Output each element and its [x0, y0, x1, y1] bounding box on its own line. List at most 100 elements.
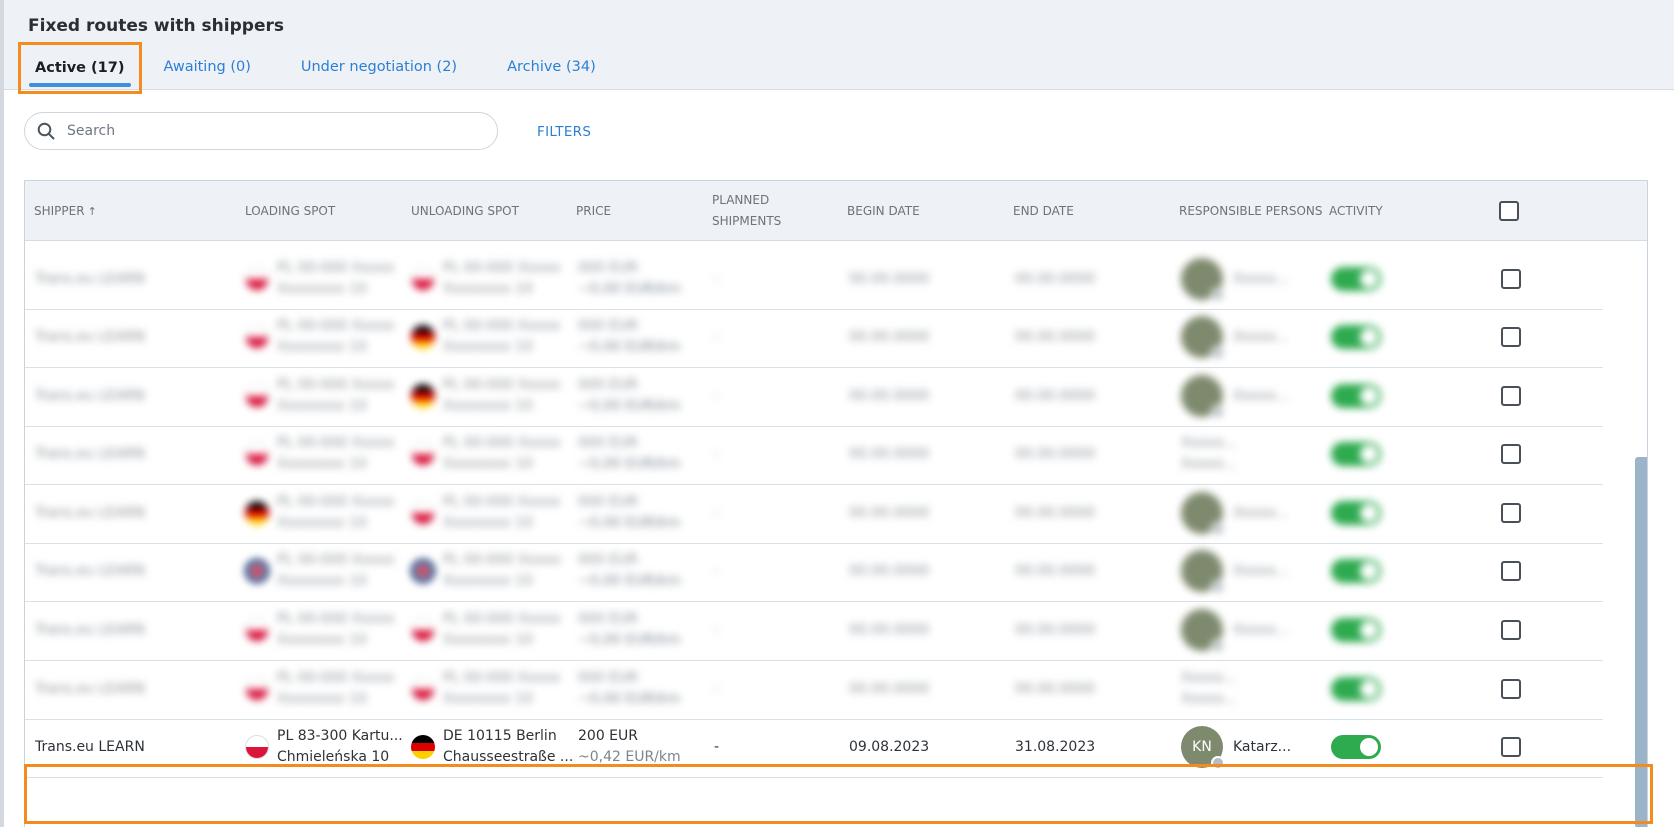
tab-archive[interactable]: Archive (34): [491, 44, 612, 90]
activity-toggle[interactable]: [1331, 559, 1381, 583]
row-checkbox[interactable]: [1501, 503, 1521, 523]
row-checkbox[interactable]: [1501, 444, 1521, 464]
select-all-checkbox-cell: [1499, 181, 1519, 241]
loading-spot-cell: PL 00-000 Xxxxx Xxxxxxxx 10: [245, 540, 394, 602]
loading-address-line2: Xxxxxxxx 10: [277, 632, 367, 648]
loading-spot-cell: PL 00-000 Xxxxx Xxxxxxxx 10: [245, 423, 394, 485]
person-name: Xxxxx...: [1233, 622, 1290, 638]
tab-under-negotiation[interactable]: Under negotiation (2): [285, 44, 473, 90]
activity-cell: [1331, 540, 1381, 602]
person-name: Katarz...: [1233, 739, 1292, 755]
table-row[interactable]: Trans.eu LEARN PL 00-000 Xxxxx Xxxxxxxx …: [25, 365, 1603, 427]
activity-toggle[interactable]: [1331, 442, 1381, 466]
scrollbar-thumb[interactable]: [1635, 457, 1647, 827]
price-values: 000 EUR ~0,00 EUR/km: [578, 609, 681, 651]
search-icon: [37, 122, 55, 140]
price-total: 000 EUR: [578, 494, 638, 510]
unloading-address: PL 00-000 Xxxxx Xxxxxxxx 10: [443, 433, 560, 475]
table-row[interactable]: Trans.eu LEARN PL 83-300 Kartu... Chmiel…: [25, 716, 1603, 778]
shipper-cell: Trans.eu LEARN: [35, 622, 145, 638]
row-checkbox-cell: [1501, 599, 1521, 661]
row-checkbox[interactable]: [1501, 620, 1521, 640]
price-cell: 000 EUR ~0,00 EUR/km: [578, 423, 681, 485]
tab-awaiting[interactable]: Awaiting (0): [148, 44, 267, 90]
filters-button[interactable]: FILTERS: [537, 124, 591, 140]
person-name: Xxxxx...: [1233, 271, 1290, 287]
activity-toggle[interactable]: [1331, 267, 1381, 291]
table-row[interactable]: Trans.eu LEARN PL 00-000 Xxxxx Xxxxxxxx …: [25, 540, 1603, 602]
price-per-km: ~0,00 EUR/km: [578, 456, 681, 472]
row-checkbox[interactable]: [1501, 561, 1521, 581]
activity-toggle[interactable]: [1331, 384, 1381, 408]
row-checkbox-cell: [1501, 482, 1521, 544]
activity-toggle[interactable]: [1331, 735, 1381, 759]
price-cell: 000 EUR ~0,00 EUR/km: [578, 482, 681, 544]
tab-bar: Active (17) Awaiting (0) Under negotiati…: [18, 42, 618, 94]
table-row[interactable]: Trans.eu LEARN PL 00-000 Xxxxx Xxxxxxxx …: [25, 658, 1603, 720]
table-row[interactable]: Trans.eu LEARN PL 00-000 Xxxxx Xxxxxxxx …: [25, 482, 1603, 544]
table-row[interactable]: Trans.eu LEARN PL 00-000 Xxxxx Xxxxxxxx …: [25, 248, 1603, 310]
row-checkbox[interactable]: [1501, 737, 1521, 757]
column-shipper[interactable]: SHIPPER ↑: [34, 181, 97, 241]
person-list: Xxxxx... Xxxxx...: [1181, 668, 1237, 710]
loading-address-line2: Xxxxxxxx 10: [277, 398, 367, 414]
unloading-address: PL 00-000 Xxxxx Xxxxxxxx 10: [443, 375, 560, 417]
row-checkbox[interactable]: [1501, 327, 1521, 347]
person-name: Xxxxx...: [1181, 670, 1238, 686]
activity-toggle[interactable]: [1331, 501, 1381, 525]
unloading-address-line2: Xxxxxxxx 10: [443, 691, 533, 707]
loading-address-line1: PL 00-000 Xxxxx: [277, 260, 395, 276]
country-flag-icon: [411, 618, 435, 642]
planned-shipments-cell: -: [714, 563, 720, 579]
price-cell: 000 EUR ~0,00 EUR/km: [578, 658, 681, 720]
activity-cell: [1331, 248, 1381, 310]
price-per-km: ~0,00 EUR/km: [578, 573, 681, 589]
activity-toggle[interactable]: [1331, 325, 1381, 349]
unloading-address-line1: PL 00-000 Xxxxx: [443, 260, 561, 276]
loading-address-line1: PL 00-000 Xxxxx: [277, 494, 395, 510]
loading-address-line2: Chmieleńska 10: [277, 749, 390, 765]
avatar-status-dot: [1211, 405, 1225, 419]
row-checkbox-cell: [1501, 540, 1521, 602]
select-all-checkbox[interactable]: [1499, 201, 1519, 221]
responsible-persons-cell: Xxxxx... Xxxxx...: [1181, 423, 1237, 485]
unloading-address-line2: Xxxxxxxx 10: [443, 515, 533, 531]
shipper-cell: Trans.eu LEARN: [35, 563, 145, 579]
loading-address: PL 00-000 Xxxxx Xxxxxxxx 10: [277, 433, 394, 475]
row-checkbox[interactable]: [1501, 386, 1521, 406]
row-checkbox[interactable]: [1501, 269, 1521, 289]
row-checkbox-cell: [1501, 716, 1521, 778]
loading-address-line1: PL 00-000 Xxxxx: [277, 377, 395, 393]
shipper-cell: Trans.eu LEARN: [35, 505, 145, 521]
loading-address-line1: PL 00-000 Xxxxx: [277, 435, 395, 451]
planned-shipments-cell: -: [714, 329, 720, 345]
shipper-cell: Trans.eu LEARN: [35, 681, 145, 697]
unloading-address: PL 00-000 Xxxxx Xxxxxxxx 10: [443, 550, 560, 592]
person-list: Xxxxx... Xxxxx...: [1181, 433, 1237, 475]
table-row[interactable]: Trans.eu LEARN PL 00-000 Xxxxx Xxxxxxxx …: [25, 423, 1603, 485]
table-row[interactable]: Trans.eu LEARN PL 00-000 Xxxxx Xxxxxxxx …: [25, 306, 1603, 368]
price-total: 000 EUR: [578, 552, 638, 568]
price-per-km: ~0,00 EUR/km: [578, 632, 681, 648]
person-name: Xxxxx...: [1233, 388, 1290, 404]
person-name: Xxxxx...: [1181, 435, 1238, 451]
search-input[interactable]: [67, 123, 447, 139]
price-total: 000 EUR: [578, 377, 638, 393]
activity-cell: [1331, 423, 1381, 485]
loading-spot-cell: PL 00-000 Xxxxx Xxxxxxxx 10: [245, 365, 394, 427]
activity-toggle[interactable]: [1331, 618, 1381, 642]
price-values: 000 EUR ~0,00 EUR/km: [578, 550, 681, 592]
search-box[interactable]: [24, 112, 498, 150]
country-flag-icon: [245, 384, 269, 408]
tab-active[interactable]: Active (17): [18, 42, 142, 94]
column-begin-date: BEGIN DATE: [847, 203, 920, 218]
end-date-cell: 00.00.0000: [1015, 505, 1096, 521]
avatar-status-dot: [1211, 288, 1225, 302]
planned-shipments-cell: -: [714, 681, 720, 697]
activity-toggle[interactable]: [1331, 677, 1381, 701]
table-row[interactable]: Trans.eu LEARN PL 00-000 Xxxxx Xxxxxxxx …: [25, 599, 1603, 661]
row-checkbox[interactable]: [1501, 679, 1521, 699]
avatar-status-dot: [1211, 580, 1225, 594]
unloading-address-line1: PL 00-000 Xxxxx: [443, 435, 561, 451]
price-values: 000 EUR ~0,00 EUR/km: [578, 433, 681, 475]
